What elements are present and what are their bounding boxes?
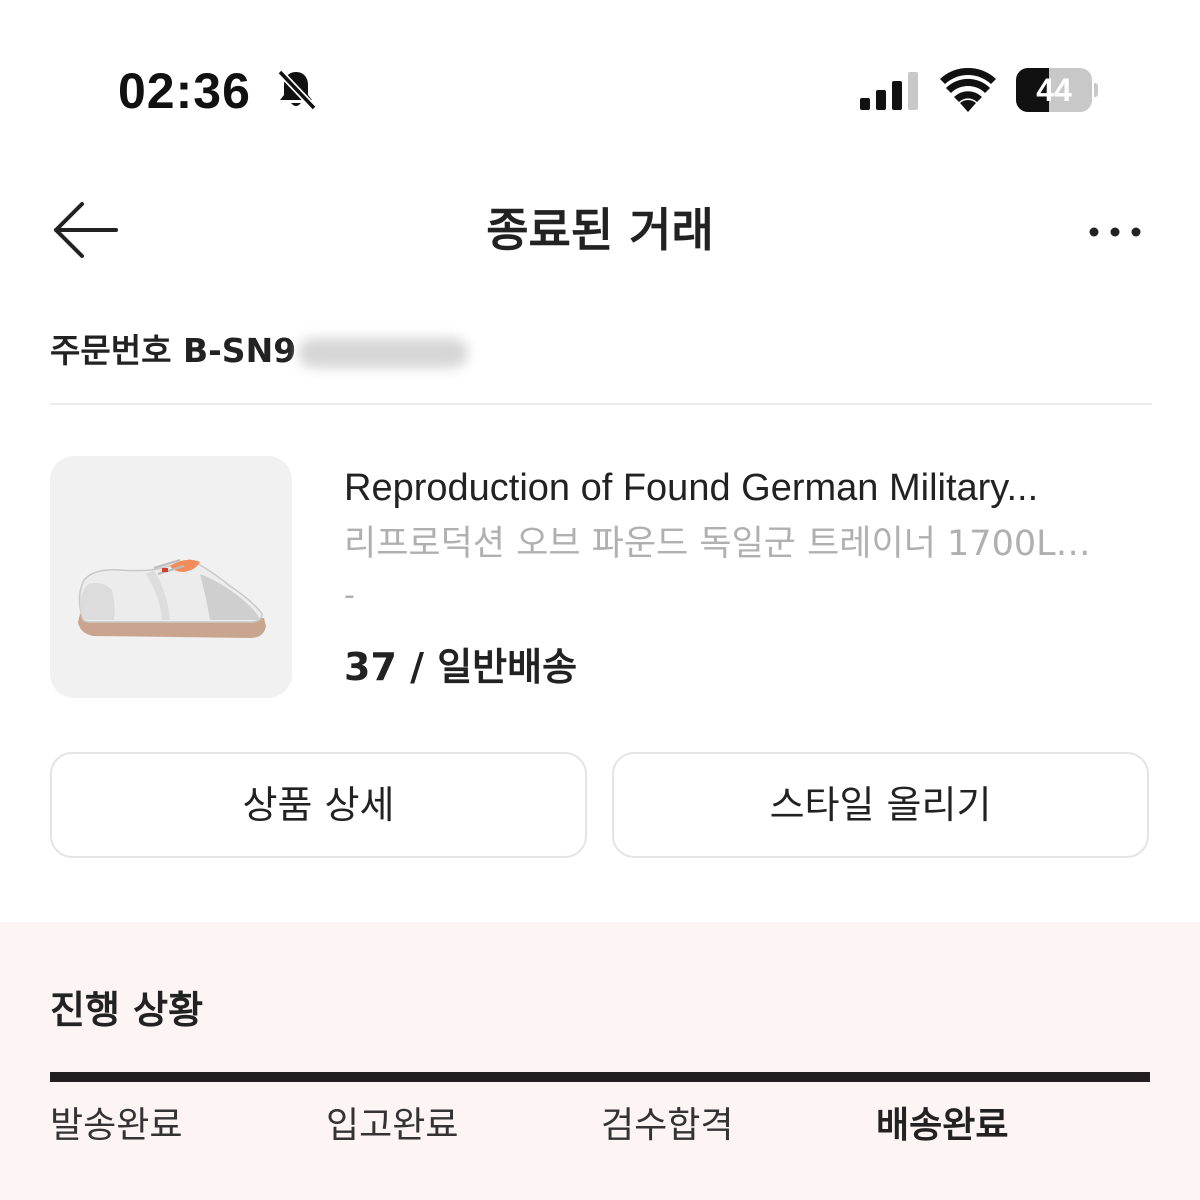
product-option: 37 / 일반배송 (344, 645, 578, 689)
product-subname: 리프로덕션 오브 파운드 독일군 트레이너 1700L… (344, 524, 1091, 564)
page-title: 종료된 거래 (486, 203, 714, 257)
arrow-left-icon[interactable] (50, 198, 120, 262)
progress-track (50, 1072, 1150, 1082)
divider (50, 403, 1152, 405)
upload-style-button[interactable]: 스타일 올리기 (612, 752, 1149, 858)
order-detail-screen: 02:36 44 종료된 거래 주문번호 B-SN9 Reproduction … (0, 0, 1200, 1200)
battery-level: 44 (1036, 72, 1072, 108)
product-name[interactable]: Reproduction of Found German Military... (344, 462, 1152, 514)
bell-slash-icon (277, 69, 317, 111)
order-number-value: B-SN9 (182, 331, 297, 370)
battery-icon: 44 (1016, 68, 1098, 112)
status-time: 02:36 (118, 63, 251, 119)
battery-tip (1094, 83, 1098, 97)
progress-section: 진행 상황 발송완료 입고완료 검수합격 배송완료 (0, 922, 1200, 1200)
product-detail-button[interactable]: 상품 상세 (50, 752, 587, 858)
wifi-icon (940, 68, 996, 112)
product-extra: - (344, 578, 355, 613)
step-shipped: 발송완료 (50, 1105, 183, 1146)
order-number-redacted (298, 337, 469, 368)
step-received: 입고완료 (326, 1105, 459, 1146)
step-delivered: 배송완료 (876, 1105, 1009, 1146)
sneaker-image (78, 559, 266, 638)
step-inspection-passed: 검수합격 (601, 1105, 734, 1146)
progress-title: 진행 상황 (50, 988, 204, 1032)
progress-fill (50, 1072, 1150, 1082)
status-bar: 02:36 44 (0, 0, 1200, 180)
battery-body: 44 (1016, 68, 1092, 112)
product-image[interactable] (50, 456, 292, 698)
order-number: 주문번호 B-SN9 (50, 326, 469, 376)
ellipsis-icon[interactable] (1084, 212, 1146, 252)
cellular-signal-icon (860, 72, 918, 110)
order-number-label: 주문번호 (50, 331, 172, 370)
